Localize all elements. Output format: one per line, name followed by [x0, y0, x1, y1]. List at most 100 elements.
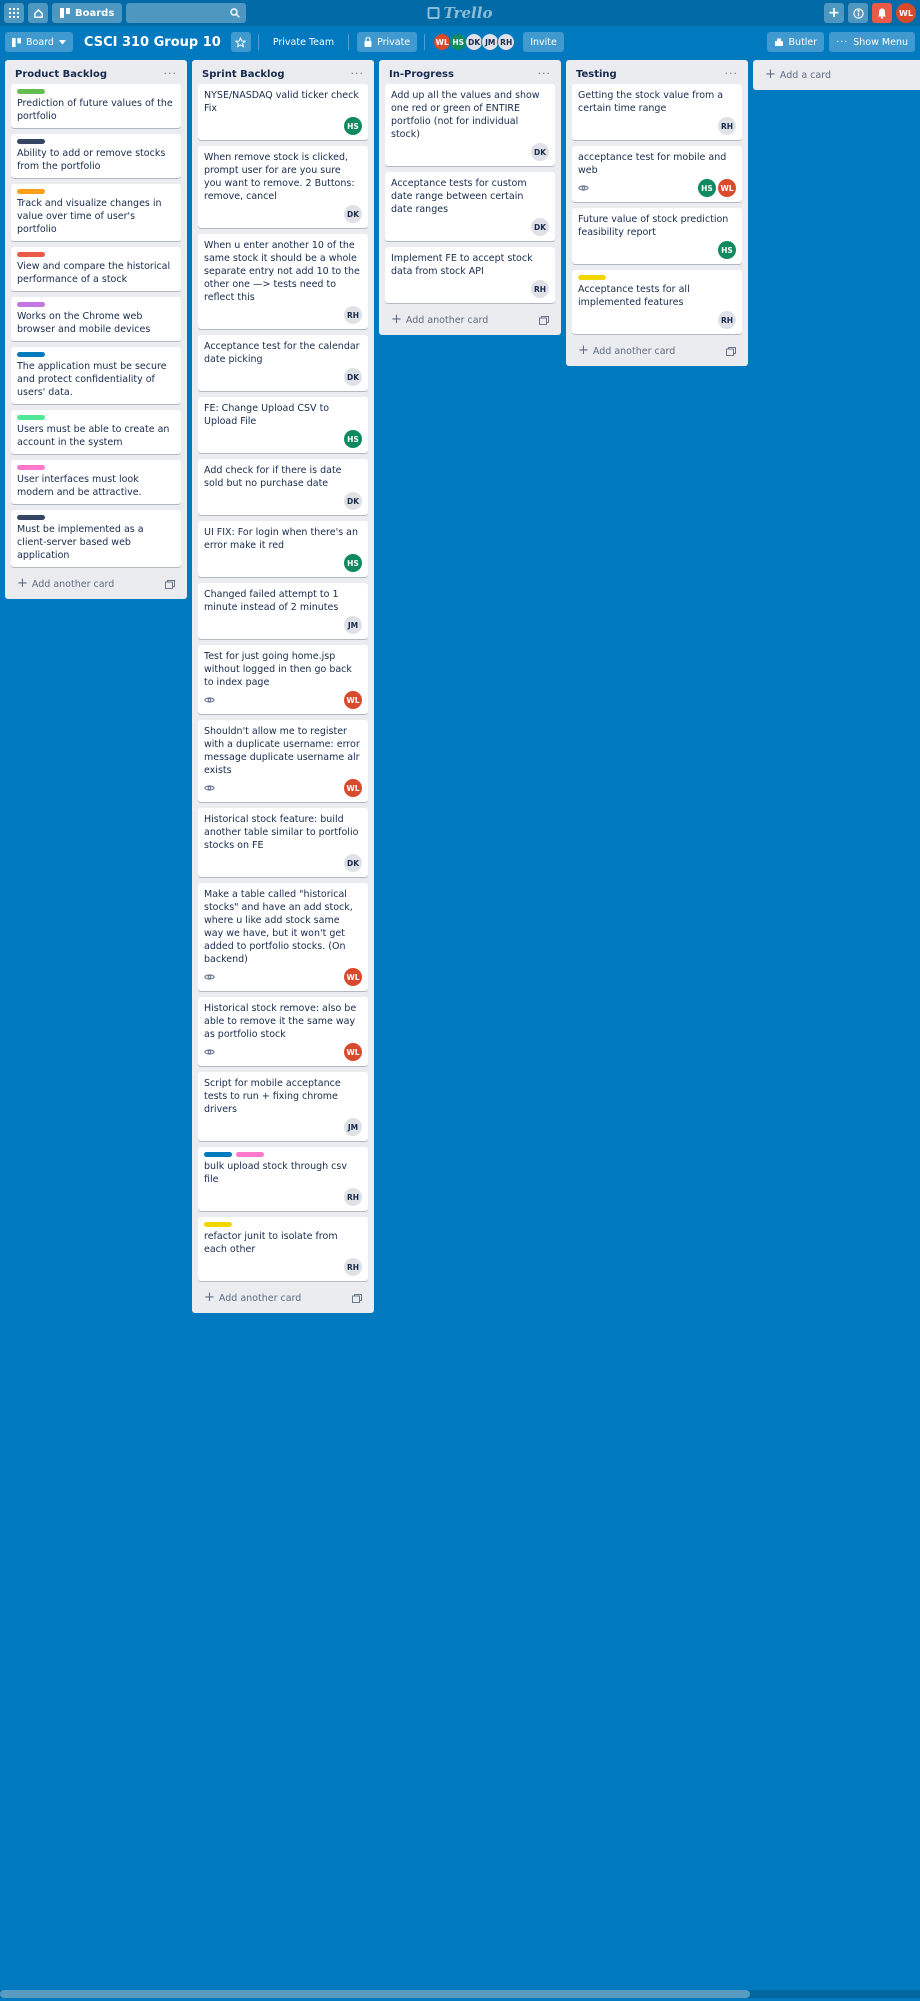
- card[interactable]: refactor junit to isolate from each othe…: [198, 1217, 368, 1281]
- board-view-switcher[interactable]: Board: [5, 32, 73, 52]
- card[interactable]: View and compare the historical performa…: [11, 247, 181, 291]
- invite-button[interactable]: Invite: [523, 32, 564, 52]
- card[interactable]: Acceptance tests for all implemented fea…: [572, 270, 742, 334]
- add-card-button[interactable]: + Add another card: [391, 313, 488, 326]
- card-label[interactable]: [17, 415, 45, 420]
- add-card-button[interactable]: + Add another card: [17, 577, 114, 590]
- card[interactable]: Make a table called "historical stocks" …: [198, 883, 368, 991]
- member-avatar[interactable]: RH: [344, 306, 362, 324]
- member-avatar[interactable]: DK: [531, 143, 549, 161]
- info-button[interactable]: [848, 3, 868, 23]
- card[interactable]: Shouldn't allow me to register with a du…: [198, 720, 368, 802]
- card[interactable]: When u enter another 10 of the same stoc…: [198, 234, 368, 329]
- card[interactable]: acceptance test for mobile and web HS WL: [572, 146, 742, 202]
- list-menu-icon[interactable]: ···: [351, 68, 365, 79]
- apps-button[interactable]: [4, 3, 24, 23]
- card-label[interactable]: [204, 1152, 232, 1157]
- member-avatar[interactable]: HS: [344, 430, 362, 448]
- scrollbar-thumb[interactable]: [0, 1990, 750, 1998]
- card[interactable]: Add check for if there is date sold but …: [198, 459, 368, 515]
- card[interactable]: When remove stock is clicked, prompt use…: [198, 146, 368, 228]
- template-icon[interactable]: [539, 315, 549, 325]
- card-label[interactable]: [17, 352, 45, 357]
- card-label[interactable]: [204, 1222, 232, 1227]
- boards-button[interactable]: Boards: [52, 3, 123, 23]
- card-label[interactable]: [17, 515, 45, 520]
- card[interactable]: Changed failed attempt to 1 minute inste…: [198, 583, 368, 639]
- member-avatar[interactable]: RH: [531, 280, 549, 298]
- member-avatar[interactable]: WL: [344, 779, 362, 797]
- card-label[interactable]: [236, 1152, 264, 1157]
- card[interactable]: Test for just going home.jsp without log…: [198, 645, 368, 714]
- member-avatar[interactable]: JM: [344, 1118, 362, 1136]
- member-avatar[interactable]: RH: [344, 1188, 362, 1206]
- home-button[interactable]: [28, 3, 48, 23]
- list-title[interactable]: Product Backlog: [15, 69, 107, 80]
- member-avatar[interactable]: DK: [344, 205, 362, 223]
- horizontal-scrollbar[interactable]: [0, 1990, 920, 1998]
- card-label[interactable]: [17, 189, 45, 194]
- card[interactable]: Historical stock remove: also be able to…: [198, 997, 368, 1066]
- member-avatar[interactable]: JM: [344, 616, 362, 634]
- member-avatar[interactable]: WL: [718, 179, 736, 197]
- star-button[interactable]: [230, 32, 251, 52]
- template-icon[interactable]: [165, 579, 175, 589]
- card-label[interactable]: [17, 252, 45, 257]
- notifications-button[interactable]: [872, 3, 892, 23]
- member-avatar[interactable]: HS: [344, 117, 362, 135]
- card-label[interactable]: [17, 89, 45, 94]
- member-avatar[interactable]: DK: [531, 218, 549, 236]
- card[interactable]: UI FIX: For login when there's an error …: [198, 521, 368, 577]
- create-button[interactable]: +: [824, 3, 844, 23]
- team-button[interactable]: Private Team: [267, 37, 340, 48]
- card[interactable]: Ability to add or remove stocks from the…: [11, 134, 181, 178]
- template-icon[interactable]: [726, 346, 736, 356]
- list-title[interactable]: In-Progress: [389, 69, 454, 80]
- list-header[interactable]: Product Backlog ···: [11, 64, 181, 84]
- card[interactable]: Getting the stock value from a certain t…: [572, 84, 742, 140]
- card[interactable]: bulk upload stock through csv file RH: [198, 1147, 368, 1211]
- member-avatar[interactable]: DK: [344, 854, 362, 872]
- card[interactable]: Future value of stock prediction feasibi…: [572, 208, 742, 264]
- card[interactable]: Historical stock feature: build another …: [198, 808, 368, 877]
- list-title[interactable]: Sprint Backlog: [202, 69, 285, 80]
- card[interactable]: FE: Change Upload CSV to Upload File HS: [198, 397, 368, 453]
- add-card-button[interactable]: + Add a card: [765, 68, 831, 81]
- card-label[interactable]: [17, 139, 45, 144]
- list-title[interactable]: Testing: [576, 69, 617, 80]
- member-avatar[interactable]: HS: [344, 554, 362, 572]
- card[interactable]: The application must be secure and prote…: [11, 347, 181, 404]
- card[interactable]: Add up all the values and show one red o…: [385, 84, 555, 166]
- visibility-button[interactable]: Private: [357, 32, 418, 52]
- card[interactable]: User interfaces must look modern and be …: [11, 460, 181, 504]
- member-avatar[interactable]: HS: [718, 241, 736, 259]
- member-avatar[interactable]: DK: [344, 368, 362, 386]
- card[interactable]: Acceptance test for the calendar date pi…: [198, 335, 368, 391]
- card[interactable]: Track and visualize changes in value ove…: [11, 184, 181, 241]
- member-avatar[interactable]: WL: [344, 968, 362, 986]
- search-input[interactable]: [126, 3, 247, 23]
- card[interactable]: Users must be able to create an account …: [11, 410, 181, 454]
- add-card-button[interactable]: + Add another card: [578, 344, 675, 357]
- member-avatar[interactable]: WL: [344, 691, 362, 709]
- list-menu-icon[interactable]: ···: [725, 68, 739, 79]
- card[interactable]: Acceptance tests for custom date range b…: [385, 172, 555, 241]
- member-avatar[interactable]: HS: [698, 179, 716, 197]
- user-avatar[interactable]: WL: [896, 3, 916, 23]
- card[interactable]: Prediction of future values of the portf…: [11, 84, 181, 128]
- card[interactable]: Implement FE to accept stock data from s…: [385, 247, 555, 303]
- card-label[interactable]: [578, 275, 606, 280]
- list-menu-icon[interactable]: ···: [164, 68, 178, 79]
- card-label[interactable]: [17, 302, 45, 307]
- member-avatar[interactable]: RH: [718, 117, 736, 135]
- template-icon[interactable]: [352, 1293, 362, 1303]
- list-header[interactable]: In-Progress ···: [385, 64, 555, 84]
- list-menu-icon[interactable]: ···: [538, 68, 552, 79]
- card[interactable]: Script for mobile acceptance tests to ru…: [198, 1072, 368, 1141]
- card[interactable]: NYSE/NASDAQ valid ticker check Fix HS: [198, 84, 368, 140]
- card[interactable]: Must be implemented as a client-server b…: [11, 510, 181, 567]
- butler-button[interactable]: Butler: [766, 32, 825, 52]
- member-avatar[interactable]: RH: [718, 311, 736, 329]
- member-avatar[interactable]: DK: [344, 492, 362, 510]
- member-avatar[interactable]: RH: [344, 1258, 362, 1276]
